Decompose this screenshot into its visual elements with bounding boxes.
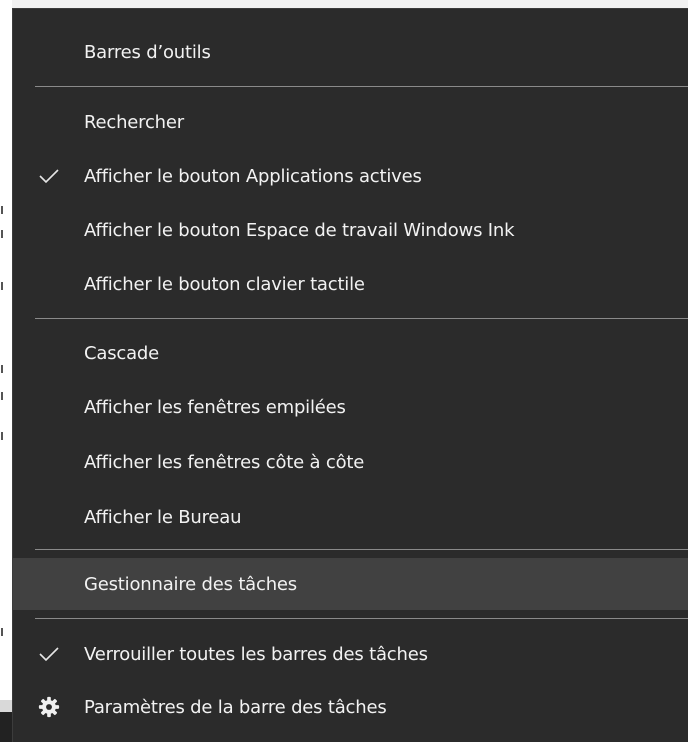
menu-item-label: Afficher le bouton clavier tactile (84, 273, 365, 295)
menu-item-show-touch-keyboard-button[interactable]: Afficher le bouton clavier tactile (13, 258, 688, 310)
gear-icon (33, 691, 65, 723)
screen: Barres d’outils Rechercher Afficher le b… (0, 0, 688, 742)
background-text-fragment (0, 365, 12, 375)
menu-item-show-windows-ink-button[interactable]: Afficher le bouton Espace de travail Win… (13, 204, 688, 256)
menu-item-label: Gestionnaire des tâches (84, 573, 297, 595)
background-text-fragment (0, 230, 12, 240)
menu-item-label: Afficher les fenêtres empilées (84, 396, 346, 418)
menu-item-show-task-view-button[interactable]: Afficher le bouton Applications actives (13, 150, 688, 202)
menu-separator (35, 318, 688, 319)
menu-item-toolbars[interactable]: Barres d’outils (13, 26, 688, 78)
menu-item-label: Afficher le bouton Applications actives (84, 165, 422, 187)
menu-item-cascade[interactable]: Cascade (13, 327, 688, 379)
background-text-fragment (0, 628, 12, 638)
menu-item-task-manager[interactable]: Gestionnaire des tâches (13, 558, 688, 610)
menu-item-taskbar-settings[interactable]: Paramètres de la barre des tâches (13, 681, 688, 733)
menu-separator (35, 549, 688, 550)
menu-item-show-windows-stacked[interactable]: Afficher les fenêtres empilées (13, 381, 688, 433)
menu-item-label: Paramètres de la barre des tâches (84, 696, 387, 718)
menu-item-label: Rechercher (84, 111, 184, 133)
menu-item-label: Verrouiller toutes les barres des tâches (84, 643, 428, 665)
menu-item-search[interactable]: Rechercher (13, 96, 688, 148)
menu-item-label: Afficher le bouton Espace de travail Win… (84, 219, 515, 241)
menu-item-label: Cascade (84, 342, 160, 364)
taskbar-edge (0, 712, 12, 742)
menu-item-label: Afficher les fenêtres côte à côte (84, 451, 365, 473)
menu-top-shadow (12, 0, 688, 8)
background-window (0, 0, 12, 742)
background-text-fragment (0, 432, 12, 442)
background-text-fragment (0, 392, 12, 402)
menu-separator (35, 618, 688, 619)
background-text-fragment (0, 206, 12, 216)
checkmark-icon (33, 160, 65, 192)
taskbar-context-menu: Barres d’outils Rechercher Afficher le b… (12, 8, 688, 742)
menu-item-lock-all-taskbars[interactable]: Verrouiller toutes les barres des tâches (13, 628, 688, 680)
checkmark-icon (33, 638, 65, 670)
menu-item-show-windows-side-by-side[interactable]: Afficher les fenêtres côte à côte (13, 436, 688, 488)
background-text-fragment (0, 282, 12, 292)
menu-separator (35, 86, 688, 87)
menu-item-label: Afficher le Bureau (84, 506, 242, 528)
menu-item-show-desktop[interactable]: Afficher le Bureau (13, 491, 688, 543)
menu-item-label: Barres d’outils (84, 41, 211, 63)
